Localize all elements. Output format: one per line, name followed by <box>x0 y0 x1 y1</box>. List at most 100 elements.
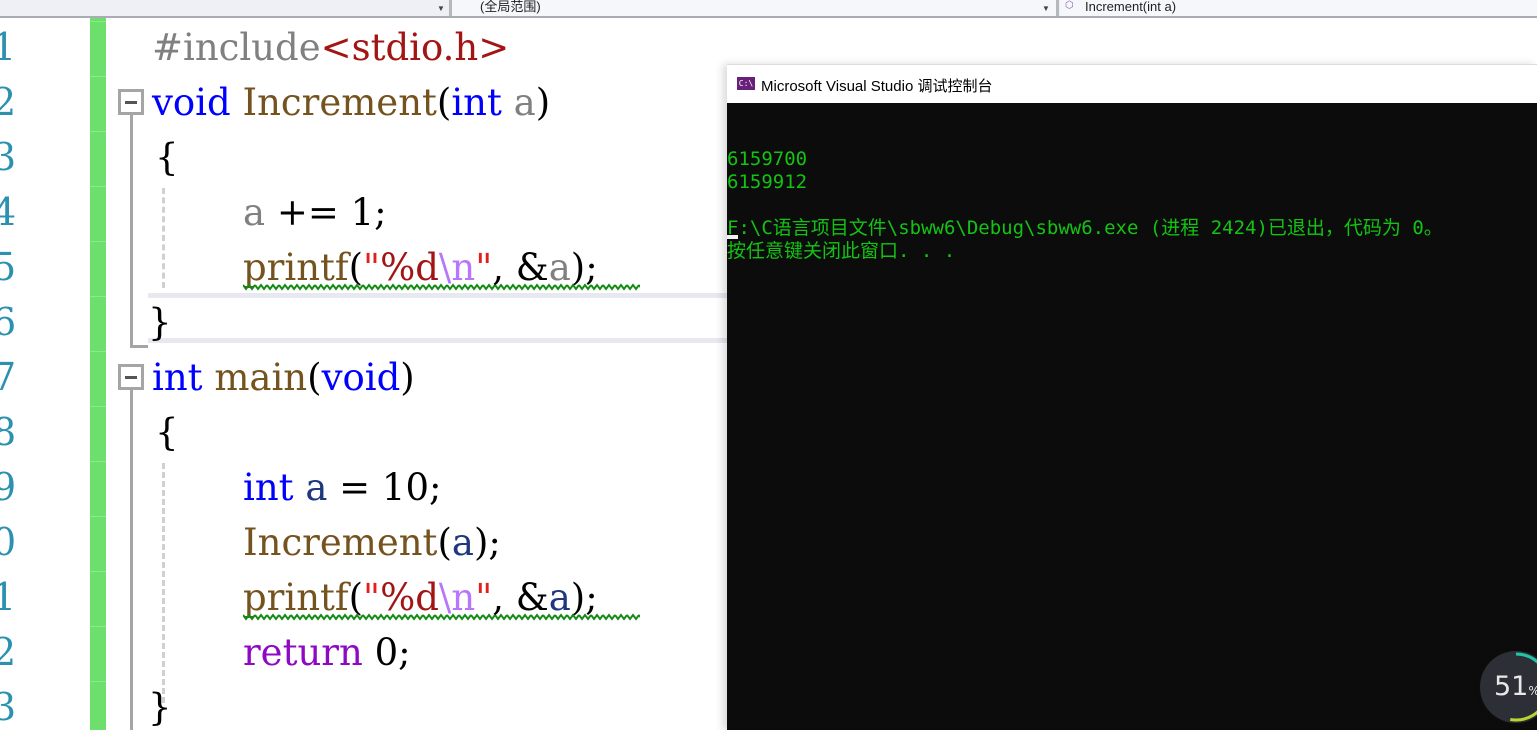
code-token: ( <box>307 356 322 399</box>
console-output[interactable]: 6159700 6159912 F:\C语言项目文件\sbww6\Debug\sbw… <box>727 102 1537 730</box>
change-bar-tick <box>90 406 106 407</box>
code-token: { <box>155 136 179 179</box>
code-token: #include <box>152 26 321 69</box>
warning-squiggle[interactable] <box>243 283 640 291</box>
chevron-down-icon: ▼ <box>1042 4 1050 13</box>
code-line[interactable]: { <box>155 405 179 460</box>
code-line[interactable]: #include<stdio.h> <box>152 20 509 75</box>
collapse-icon[interactable] <box>118 364 144 390</box>
code-token: ( <box>436 81 452 124</box>
change-bar-tick <box>90 21 106 22</box>
change-bar-tick <box>90 516 106 517</box>
code-token: Increment <box>243 521 438 564</box>
line-number: 4 <box>0 190 17 234</box>
console-output-line: 6159700 <box>727 148 808 170</box>
code-token: ) <box>535 81 551 124</box>
code-token: ); <box>473 521 501 564</box>
chevron-down-icon: ▼ <box>437 4 445 13</box>
code-line[interactable]: Increment(a); <box>243 515 501 570</box>
code-token: return <box>243 631 363 674</box>
code-token: } <box>148 686 172 729</box>
code-token: a <box>513 81 536 124</box>
code-line[interactable]: return 0; <box>243 625 411 680</box>
code-token: a <box>451 521 474 564</box>
code-line[interactable]: { <box>155 130 179 185</box>
change-bar-tick <box>90 681 106 682</box>
line-number: 2 <box>0 630 17 674</box>
change-bar-tick <box>90 76 106 77</box>
perf-unit: % <box>1528 684 1537 698</box>
console-output-line: 6159912 <box>727 171 808 193</box>
change-tracking-bar <box>90 18 106 730</box>
fold-line <box>130 115 133 348</box>
code-token: ) <box>400 356 415 399</box>
code-token: Increment <box>242 81 437 124</box>
code-token: } <box>148 301 172 344</box>
change-bar-tick <box>90 241 106 242</box>
line-number: 8 <box>0 410 17 454</box>
line-number: 9 <box>0 465 17 509</box>
text-cursor <box>727 235 738 239</box>
code-line[interactable]: int main(void) <box>152 350 415 405</box>
code-token: += 1; <box>265 191 387 234</box>
code-token: a <box>305 466 328 509</box>
line-number: 3 <box>0 685 17 729</box>
line-number: 6 <box>0 300 17 344</box>
code-line[interactable]: } <box>148 680 172 730</box>
code-line[interactable]: a += 1; <box>243 185 387 240</box>
perf-value: 51% <box>1494 671 1537 702</box>
indent-guide <box>162 463 165 703</box>
code-token: void <box>321 356 401 399</box>
console-output-line: F:\C语言项目文件\sbww6\Debug\sbww6.exe (进程 242… <box>727 217 1443 239</box>
code-token: a <box>243 191 266 234</box>
navigation-bar: ▼ (全局范围) ▼ ⬡ Increment(int a) <box>0 0 1537 18</box>
change-bar-tick <box>90 461 106 462</box>
change-bar-tick <box>90 571 106 572</box>
code-token: 0; <box>362 631 411 674</box>
fold-line <box>130 390 133 730</box>
method-cube-icon: ⬡ <box>1065 0 1074 11</box>
line-number: 1 <box>0 575 17 619</box>
change-bar-tick <box>90 351 106 352</box>
code-line[interactable]: void Increment(int a) <box>152 75 550 130</box>
console-output-line: 按任意键关闭此窗口. . . <box>727 240 956 262</box>
scope-dropdown[interactable]: (全局范围) ▼ <box>452 0 1056 16</box>
change-bar-tick <box>90 296 106 297</box>
change-bar-tick <box>90 186 106 187</box>
collapse-icon[interactable] <box>118 89 144 115</box>
code-token: ( <box>437 521 452 564</box>
line-number: 2 <box>0 80 17 124</box>
function-dropdown-value: Increment(int a) <box>1085 0 1177 14</box>
scope-dropdown-value: (全局范围) <box>480 0 541 14</box>
code-token: int <box>152 356 203 399</box>
code-token: int <box>243 466 294 509</box>
line-number: 1 <box>0 25 17 69</box>
fold-line <box>130 345 148 348</box>
indent-guide <box>162 188 165 288</box>
warning-squiggle[interactable] <box>243 613 640 621</box>
current-line-highlight <box>148 293 727 343</box>
code-token: void <box>152 81 231 124</box>
line-number: 0 <box>0 520 17 564</box>
line-number: 3 <box>0 135 17 179</box>
code-line[interactable]: } <box>148 295 172 350</box>
line-number: 5 <box>0 245 17 289</box>
code-line[interactable]: int a = 10; <box>243 460 441 515</box>
perf-number: 51 <box>1494 671 1529 702</box>
console-output-line <box>727 194 1537 217</box>
code-editor[interactable]: 1234567890123 #include<stdio.h> void Incr… <box>0 18 727 730</box>
project-dropdown[interactable]: ▼ <box>0 0 448 16</box>
console-app-icon: C:\ <box>737 77 755 90</box>
debug-console-window[interactable]: C:\ Microsoft Visual Studio 调试控制台 615970… <box>727 64 1537 730</box>
function-dropdown[interactable]: ⬡ Increment(int a) <box>1060 0 1537 16</box>
code-token: int <box>451 81 502 124</box>
console-title-bar[interactable]: C:\ Microsoft Visual Studio 调试控制台 <box>727 64 1537 103</box>
performance-widget[interactable]: 51% <box>1480 651 1537 723</box>
divider <box>1056 0 1059 16</box>
code-token: { <box>155 411 179 454</box>
line-number: 7 <box>0 355 17 399</box>
change-bar-tick <box>90 131 106 132</box>
